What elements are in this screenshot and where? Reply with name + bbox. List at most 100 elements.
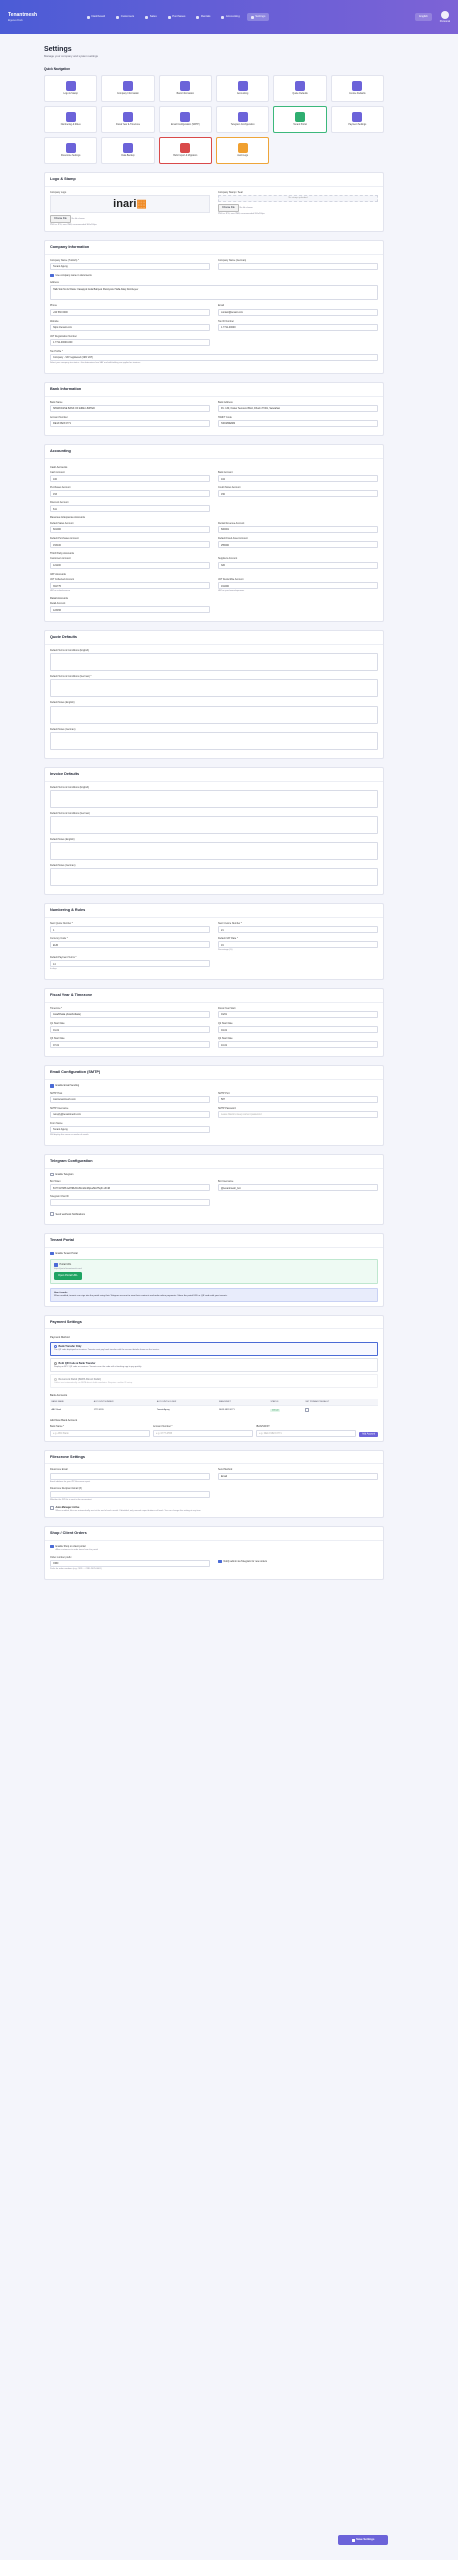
default-purchases-input[interactable]: 153100	[50, 541, 210, 549]
quote-notes-de[interactable]	[50, 731, 378, 750]
smtp-password-input[interactable]: Leave blank to keep current password	[218, 1110, 378, 1118]
qn-import[interactable]: Bulk Import & Migration	[158, 136, 212, 164]
qn-payment[interactable]: Payment Settings	[330, 105, 384, 133]
nav-settings[interactable]: Settings	[246, 13, 270, 21]
company-name-de-input[interactable]	[218, 262, 378, 270]
enable-portal-checkbox[interactable]	[50, 1251, 54, 1256]
tax-id-input[interactable]: 1.7711-00000	[218, 323, 378, 331]
nav-accounting[interactable]: Accounting	[217, 13, 243, 21]
save-settings-button[interactable]: Save Settings	[338, 2535, 388, 2545]
company-name-input[interactable]: Tenant Agung	[50, 262, 210, 270]
add-account-button[interactable]: Add Account	[359, 1431, 378, 1438]
enable-email-checkbox[interactable]	[50, 1084, 54, 1088]
swift-input[interactable]: SSKMDEMM	[218, 419, 378, 427]
new-iban-input[interactable]: e.g. DE13 6823 0771	[256, 1429, 357, 1437]
fiscal-start-input[interactable]: 01/01	[218, 1010, 378, 1018]
q3-input[interactable]: 07-01	[50, 1041, 210, 1049]
email-input[interactable]: contact@tenant.com	[218, 308, 378, 316]
credit-account-input[interactable]: 150	[218, 490, 378, 498]
chat-id-input[interactable]	[50, 1199, 210, 1207]
from-name-input[interactable]: Tenant Agung	[50, 1125, 210, 1133]
qn-accounting[interactable]: Accounting	[215, 74, 270, 102]
smtp-host-input[interactable]: mail.tenantmesh.com	[50, 1095, 210, 1103]
suppliers-account-input[interactable]: 320	[218, 561, 378, 569]
enable-telegram-checkbox[interactable]	[50, 1172, 54, 1177]
qn-numbering[interactable]: Numbering & Rules	[44, 105, 98, 133]
next-invoice-input[interactable]: 21	[218, 926, 378, 934]
payment-terms-input[interactable]: 14	[50, 960, 210, 968]
files-email-input[interactable]	[50, 1472, 210, 1480]
phone-input[interactable]: +90 530 0000	[50, 308, 210, 316]
qn-portal[interactable]: Tenant Portal	[273, 105, 327, 133]
new-account-input[interactable]: e.g. 0777-0555	[153, 1429, 254, 1437]
q2-input[interactable]: 04-01	[218, 1026, 378, 1034]
nav-sales[interactable]: Sales	[141, 13, 161, 21]
smtp-port-input[interactable]: 587	[218, 1095, 378, 1103]
timezone-select[interactable]: Asia/Dhaka (Asia/Kolkata)	[50, 1010, 210, 1018]
bank-address-input[interactable]: Po. 130, Foster Secound Blvd, Dhucin TN0…	[218, 404, 378, 412]
smtp-user-input[interactable]: noreply@tenantmesh.com	[50, 1110, 210, 1118]
qn-audit[interactable]: Audit Logs	[215, 136, 270, 164]
qn-company[interactable]: Company Information	[101, 74, 155, 102]
account-number-input[interactable]: DE13 6823 0771	[50, 419, 210, 427]
brand[interactable]: Tenantmesh Eigenes Dock	[8, 12, 83, 23]
new-bank-input[interactable]: e.g. ABC Bank	[50, 1429, 151, 1437]
qn-logo[interactable]: Logo & Stamp	[44, 74, 98, 102]
qn-invoice[interactable]: Invoice Defaults	[330, 74, 384, 102]
user-menu[interactable]: Personal	[440, 10, 450, 23]
invoice-notes-de[interactable]	[50, 868, 378, 887]
quote-terms-en[interactable]	[50, 653, 378, 672]
vat-collected-input[interactable]: 391775	[50, 582, 210, 590]
vat-number-input[interactable]: 1.7711-00000-000	[50, 338, 210, 346]
fixed-asset-input[interactable]: 255000	[218, 541, 378, 549]
sales-account-input[interactable]: 601000	[50, 525, 210, 533]
website-input[interactable]: https://tenant.com	[50, 323, 210, 331]
payment-option-bank[interactable]: Bank Transfer Only The QR code displayed …	[50, 1341, 378, 1356]
auto-manager-checkbox[interactable]	[50, 1506, 54, 1510]
qn-files[interactable]: Filescrone Settings	[44, 136, 98, 164]
retail-account-input[interactable]: 123456	[50, 606, 210, 614]
portal-active-checkbox[interactable]	[54, 1263, 58, 1267]
payment-option-qr[interactable]: Both QR Code & Bank Transfer Display an E…	[50, 1358, 378, 1372]
qn-telegram[interactable]: Telegram Configuration	[215, 105, 270, 133]
invoice-terms-en[interactable]	[50, 789, 378, 808]
nav-purchases[interactable]: Purchases	[164, 13, 190, 21]
send-method-select[interactable]: Email	[218, 1472, 378, 1480]
primary-checkbox[interactable]	[305, 1408, 309, 1412]
bot-username-input[interactable]: @tenantmesh_bot	[218, 1184, 378, 1192]
cash-account-input[interactable]: 100	[50, 475, 210, 483]
vat-rate-input[interactable]: 19	[218, 941, 378, 949]
qn-smtp[interactable]: Email Configuration (SMTP)	[158, 105, 212, 133]
purchases-account-input[interactable]: 153	[50, 490, 210, 498]
nav-dashboard[interactable]: Dashboard	[83, 13, 109, 21]
currency-input[interactable]: EUR	[50, 941, 210, 949]
nav-rentals[interactable]: Rentals	[192, 13, 214, 21]
order-prefix-input[interactable]: ORD	[50, 1559, 210, 1567]
rental-account-input[interactable]: 600001	[218, 525, 378, 533]
customers-account-input[interactable]: 121100	[50, 561, 210, 569]
vat-deductible-input[interactable]: 191000	[218, 582, 378, 590]
payment-option-sepa[interactable]: Recurrent Debit (SEPA Direct Debit) Colle…	[50, 1374, 378, 1389]
q1-input[interactable]: 01-01	[50, 1026, 210, 1034]
recipient-input[interactable]	[50, 1491, 210, 1499]
open-portal-button[interactable]: Open Portal URL	[54, 1272, 82, 1280]
tax-profile-select[interactable]: Company - VAT registered (19% VAT)	[50, 353, 378, 361]
bank-name-input[interactable]: SPARKASSE BANK OF EIRE LIMITED	[50, 404, 210, 412]
invoice-terms-de[interactable]	[50, 815, 378, 834]
qn-bank[interactable]: Bank Information	[158, 74, 212, 102]
invoice-notes-en[interactable]	[50, 841, 378, 860]
qn-backup[interactable]: Data Backup	[101, 136, 155, 164]
quote-terms-de[interactable]	[50, 679, 378, 698]
bank-account-input[interactable]: 102	[218, 475, 378, 483]
notify-admin-checkbox[interactable]	[218, 1559, 222, 1564]
enable-shop-checkbox[interactable]	[50, 1544, 54, 1549]
discount-account-input[interactable]: 611	[50, 505, 210, 513]
qn-quote[interactable]: Quote Defaults	[273, 74, 327, 102]
quote-notes-en[interactable]	[50, 705, 378, 724]
qn-fiscal[interactable]: Fiscal Year & Timezone	[101, 105, 155, 133]
language-select[interactable]: English	[415, 13, 432, 21]
q4-input[interactable]: 10-01	[218, 1041, 378, 1049]
nav-customers[interactable]: Customers	[112, 13, 138, 21]
choose-stamp-button[interactable]: Choose File	[218, 203, 239, 213]
choose-logo-button[interactable]: Choose File	[50, 214, 71, 224]
